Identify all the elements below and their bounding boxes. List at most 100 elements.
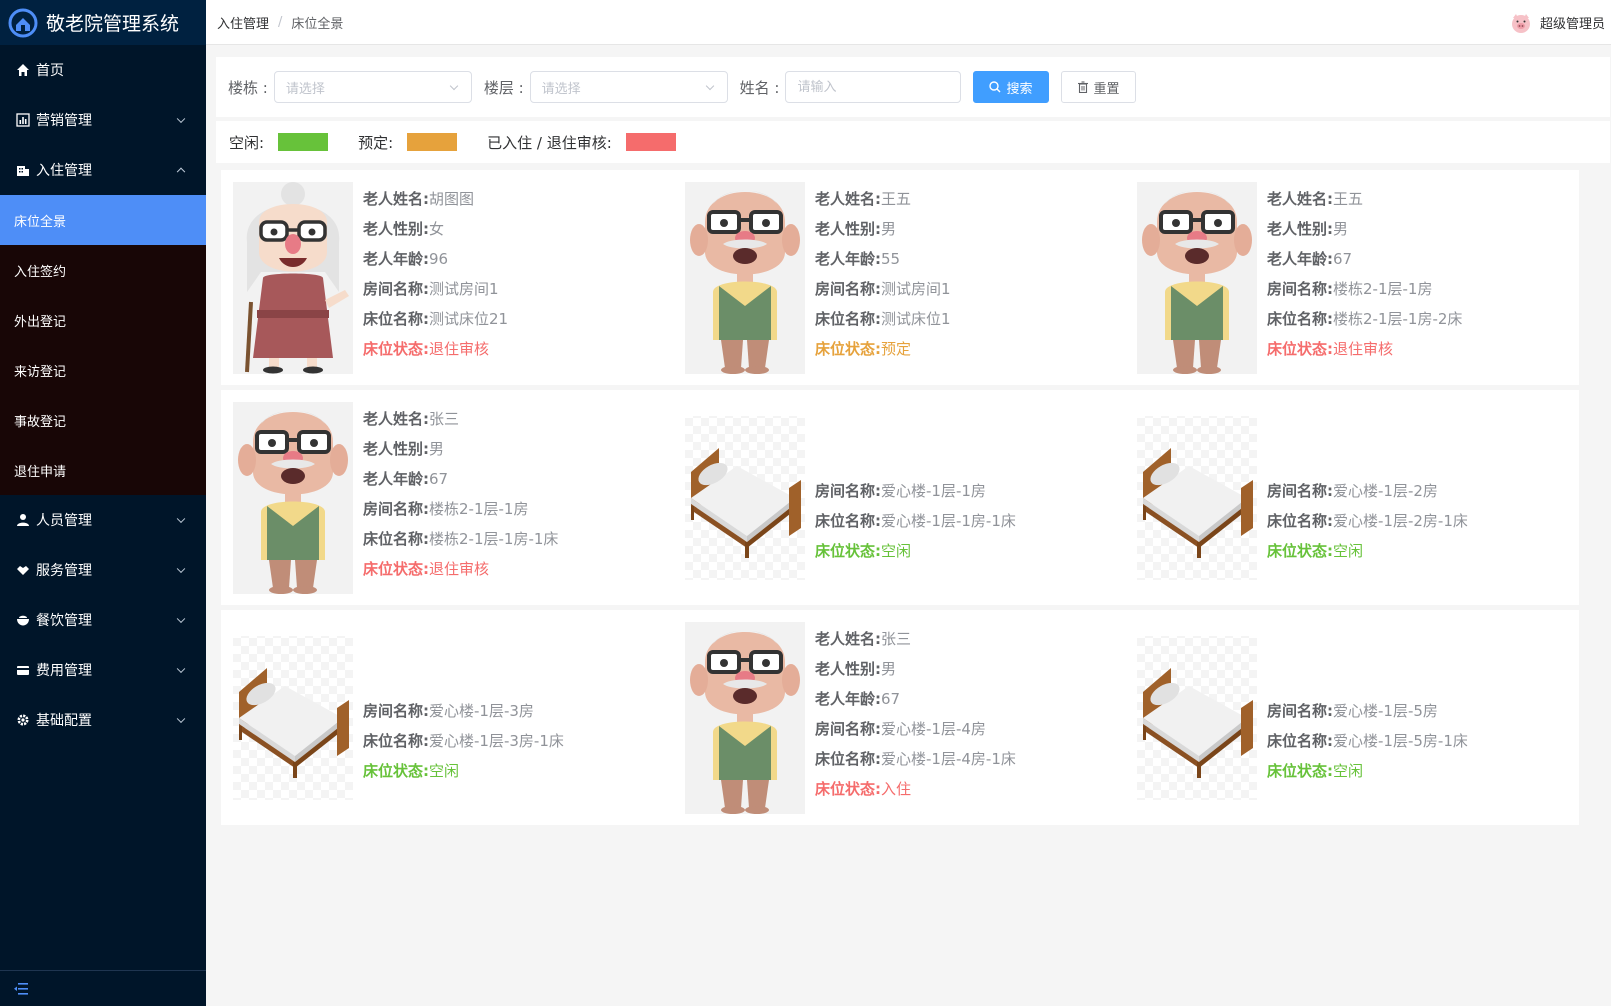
room-name-row: 房间名称:楼栋2-1层-1房 xyxy=(363,494,558,524)
sidebar-item-0[interactable]: 首页 xyxy=(0,45,206,95)
elder-name-row: 老人姓名:张三 xyxy=(815,624,1016,654)
sidebar: 敬老院管理系统 首页 营销管理入住管理床位全景 入住签约 外出登记来访登记事故登记退住… xyxy=(0,0,206,1006)
sidebar-subitem-label: 事故登记 xyxy=(14,414,67,430)
bed-name-label: 床位名称: xyxy=(815,750,881,768)
elder-name-row: 老人姓名:王五 xyxy=(815,184,951,214)
room-name-label: 房间名称: xyxy=(1267,280,1333,298)
elder-name-label: 老人姓名: xyxy=(363,410,429,428)
room-name-label: 房间名称: xyxy=(815,482,881,500)
bed-card[interactable]: 房间名称:爱心楼-1层-1房 床位名称:爱心楼-1层-1房-1床 床位状态:空闲 xyxy=(673,390,1127,605)
elder-gender-label: 老人性别: xyxy=(363,220,429,238)
floor-select-placeholder: 请选择 xyxy=(541,81,581,97)
bed-card[interactable]: 老人姓名:胡图图 老人性别:女 老人年龄:96 房间名称:测试房间1 床位名称:测试床位… xyxy=(221,170,675,385)
legend-swatch xyxy=(278,133,329,151)
search-button-label: 搜索 xyxy=(1006,81,1033,97)
bed-info: 房间名称:爱心楼-1层-1房 床位名称:爱心楼-1层-1房-1床 床位状态:空闲 xyxy=(815,476,1016,566)
sidebar-subitem-1[interactable]: 入住签约 xyxy=(0,245,206,295)
sidebar-subitem-3[interactable]: 来访登记 xyxy=(0,345,206,395)
bed-status-value: 退住审核 xyxy=(1333,340,1394,358)
room-name-value: 爱心楼-1层-3房 xyxy=(429,702,534,720)
sidebar-item-3[interactable]: 人员管理 xyxy=(0,495,206,545)
bed-card[interactable]: 房间名称:爱心楼-1层-2房 床位名称:爱心楼-1层-2房-1床 床位状态:空闲 xyxy=(1125,390,1579,605)
sidebar-subitem-label: 退住申请 xyxy=(14,464,67,480)
reset-button[interactable]: 重置 xyxy=(1060,71,1136,103)
logo[interactable]: 敬老院管理系统 xyxy=(0,0,206,45)
bed-status-value: 退住审核 xyxy=(429,340,490,358)
bed-name-label: 床位名称: xyxy=(363,310,429,328)
bed-card[interactable]: 房间名称:爱心楼-1层-3房 床位名称:爱心楼-1层-3房-1床 床位状态:空闲 xyxy=(221,610,675,825)
chevron-down-icon xyxy=(176,564,186,574)
elder-gender-row: 老人性别:男 xyxy=(815,214,951,244)
sidebar-item-6[interactable]: 费用管理 xyxy=(0,645,206,695)
sidebar-item-label: 入住管理 xyxy=(36,163,92,179)
sidebar-item-5[interactable]: 餐饮管理 xyxy=(0,595,206,645)
legend-label: 空闲: xyxy=(229,133,265,152)
elder-man-avatar xyxy=(1137,182,1257,374)
elder-age-label: 老人年龄: xyxy=(1267,250,1333,268)
gear-icon xyxy=(16,713,30,727)
bed-name-label: 床位名称: xyxy=(363,530,429,548)
elder-name-label: 老人姓名: xyxy=(1267,190,1333,208)
elder-age-value: 67 xyxy=(881,690,901,708)
bed-name-value: 楼栋2-1层-1房-2床 xyxy=(1333,310,1463,328)
room-name-value: 测试房间1 xyxy=(881,280,951,298)
bed-card[interactable]: 老人姓名:张三 老人性别:男 老人年龄:67 房间名称:爱心楼-1层-4房 床位名称:爱… xyxy=(673,610,1127,825)
breadcrumb-item-checkin[interactable]: 入住管理 xyxy=(217,13,269,32)
bed-status-label: 床位状态: xyxy=(1267,542,1333,560)
bed-info: 老人姓名:王五 老人性别:男 老人年龄:67 房间名称:楼栋2-1层-1房 床位名称:楼… xyxy=(1267,184,1462,364)
sidebar-subitem-0[interactable]: 床位全景 xyxy=(0,195,206,245)
sidebar-item-1[interactable]: 营销管理 xyxy=(0,95,206,145)
sidebar-item-4[interactable]: 服务管理 xyxy=(0,545,206,595)
bowl-icon xyxy=(16,613,30,627)
collapse-sidebar-button[interactable] xyxy=(0,970,206,1006)
bed-name-value: 爱心楼-1层-4房-1床 xyxy=(881,750,1016,768)
bed-status-label: 床位状态: xyxy=(363,340,429,358)
search-icon xyxy=(989,81,1001,93)
sidebar-item-2[interactable]: 入住管理 xyxy=(0,145,206,195)
room-name-label: 房间名称: xyxy=(363,702,429,720)
bed-info: 房间名称:爱心楼-1层-5房 床位名称:爱心楼-1层-5房-1床 床位状态:空闲 xyxy=(1267,696,1468,786)
floor-select[interactable]: 请选择 xyxy=(529,71,728,103)
status-legend: 空闲: 预定: 已入住 / 退住审核: xyxy=(216,121,1610,163)
elder-man-avatar xyxy=(685,622,805,814)
sidebar-subitem-5[interactable]: 退住申请 xyxy=(0,445,206,495)
bed-status-row: 床位状态:预定 xyxy=(815,334,951,364)
bed-status-label: 床位状态: xyxy=(815,542,881,560)
elder-age-label: 老人年龄: xyxy=(363,470,429,488)
sidebar-subitem-2[interactable]: 外出登记 xyxy=(0,295,206,345)
handshake-icon xyxy=(16,563,30,577)
name-label: 姓名 : xyxy=(739,78,780,97)
sidebar-item-7[interactable]: 基础配置 xyxy=(0,695,206,745)
chevron-down-icon xyxy=(449,81,459,91)
bed-status-label: 床位状态: xyxy=(1267,762,1333,780)
legend-swatch xyxy=(407,133,458,151)
bed-card[interactable]: 老人姓名:王五 老人性别:男 老人年龄:55 房间名称:测试房间1 床位名称:测试床位1… xyxy=(673,170,1127,385)
bed-status-value: 空闲 xyxy=(881,542,912,560)
room-name-value: 爱心楼-1层-4房 xyxy=(881,720,986,738)
room-name-row: 房间名称:爱心楼-1层-4房 xyxy=(815,714,1016,744)
room-name-row: 房间名称:楼栋2-1层-1房 xyxy=(1267,274,1462,304)
bed-card[interactable]: 老人姓名:张三 老人性别:男 老人年龄:67 房间名称:楼栋2-1层-1房 床位名称:楼… xyxy=(221,390,675,605)
bed-name-row: 床位名称:爱心楼-1层-5房-1床 xyxy=(1267,726,1468,756)
sidebar-subitem-label: 来访登记 xyxy=(14,364,67,380)
card-icon xyxy=(16,663,30,677)
bed-card[interactable]: 房间名称:爱心楼-1层-5房 床位名称:爱心楼-1层-5房-1床 床位状态:空闲 xyxy=(1125,610,1579,825)
building-select[interactable]: 请选择 xyxy=(273,71,472,103)
elder-woman-avatar xyxy=(233,182,353,374)
sidebar-item-label: 人员管理 xyxy=(36,513,92,529)
room-name-row: 房间名称:测试房间1 xyxy=(815,274,951,304)
elder-gender-label: 老人性别: xyxy=(363,440,429,458)
bed-illustration xyxy=(1137,402,1257,594)
room-name-value: 爱心楼-1层-1房 xyxy=(881,482,986,500)
name-input[interactable] xyxy=(785,71,962,103)
person-icon xyxy=(16,513,30,527)
search-button[interactable]: 搜索 xyxy=(973,71,1049,103)
sidebar-subitem-4[interactable]: 事故登记 xyxy=(0,395,206,445)
chevron-down-icon xyxy=(176,114,186,124)
user-menu[interactable]: 超级管理员 xyxy=(1510,0,1605,45)
bed-info: 老人姓名:王五 老人性别:男 老人年龄:55 房间名称:测试房间1 床位名称:测试床位1… xyxy=(815,184,951,364)
elder-gender-row: 老人性别:女 xyxy=(363,214,508,244)
bed-card[interactable]: 老人姓名:王五 老人性别:男 老人年龄:67 房间名称:楼栋2-1层-1房 床位名称:楼… xyxy=(1125,170,1579,385)
bed-status-label: 床位状态: xyxy=(363,762,429,780)
bed-name-value: 爱心楼-1层-3房-1床 xyxy=(429,732,564,750)
